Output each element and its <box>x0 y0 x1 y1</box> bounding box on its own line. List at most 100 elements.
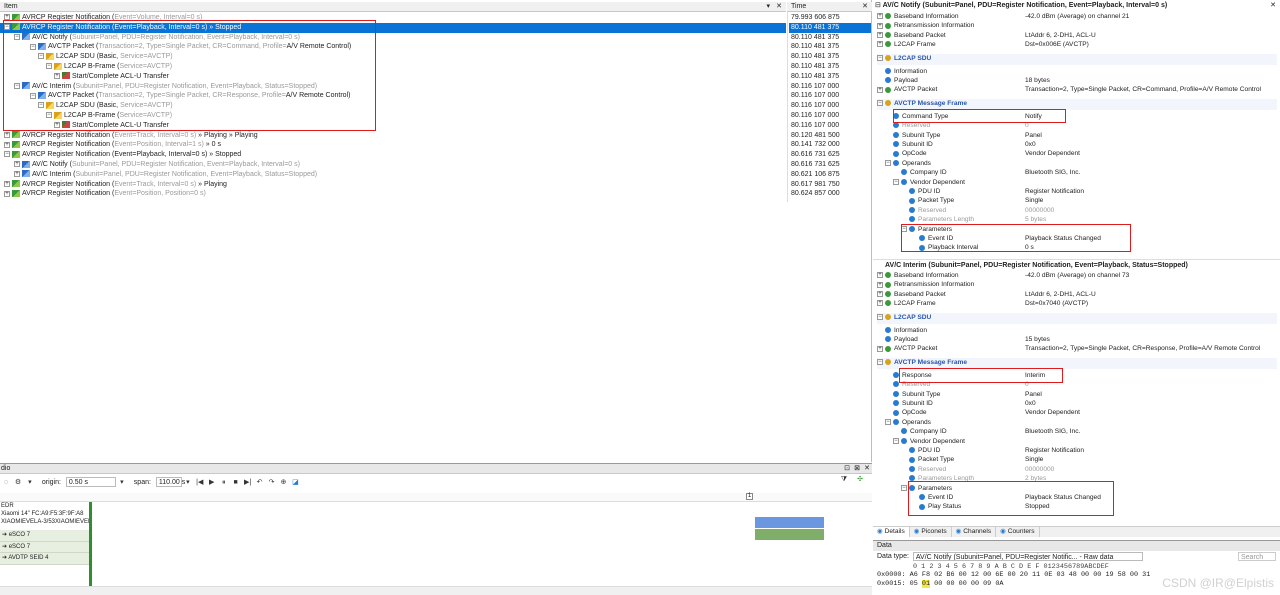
play-icon[interactable]: ▶ <box>208 479 216 487</box>
hex-bytes[interactable]: 05 <box>910 580 922 588</box>
chevron-down-icon[interactable]: ▾ <box>118 479 126 487</box>
origin-input[interactable]: 0.50 s <box>65 477 116 488</box>
close-icon[interactable]: ⊠ <box>854 464 860 474</box>
layout-icon[interactable]: ✣ <box>856 476 864 484</box>
expand-icon[interactable]: + <box>877 281 883 288</box>
timeline-marker[interactable]: 1 <box>746 493 753 500</box>
tab-channels[interactable]: ◉ Channels <box>952 527 997 537</box>
detail-row[interactable]: + Baseband Information -42.0 dBm (Average)… <box>877 271 1277 280</box>
chart-icon[interactable]: ◪ <box>291 479 299 487</box>
detail-row[interactable]: OpCode Vendor Dependent <box>893 149 1277 158</box>
rewind-icon[interactable]: ↶ <box>256 479 264 487</box>
detail-row[interactable]: − Vendor Dependent <box>893 178 1277 187</box>
detail-row[interactable]: − Operands <box>885 159 1277 168</box>
timeline-scrollbar[interactable] <box>0 586 872 595</box>
expand-icon[interactable]: + <box>877 86 883 93</box>
detail-row[interactable]: + Retransmission Information <box>877 21 1277 30</box>
expand-icon[interactable]: − <box>885 160 891 167</box>
zoom-icon[interactable]: ⊕ <box>279 479 287 487</box>
expand-icon[interactable]: − <box>901 484 907 491</box>
detail-row[interactable]: Company ID Bluetooth SIG, Inc. <box>901 427 1277 436</box>
detail-row[interactable]: PDU ID Register Notification <box>909 187 1277 196</box>
time-cell[interactable]: 80.116 107 000 <box>789 101 871 111</box>
dropdown-icon[interactable]: ▾ <box>26 479 34 487</box>
close-icon[interactable]: ✕ <box>776 2 782 12</box>
expand-icon[interactable]: − <box>4 151 10 158</box>
stop-icon[interactable]: ■ <box>232 479 240 487</box>
time-cell[interactable]: 79.993 606 875 <box>789 13 871 23</box>
tab-piconets[interactable]: ◉ Piconets <box>910 527 952 537</box>
expand-icon[interactable]: + <box>4 141 10 148</box>
detail-row[interactable]: Reserved 00000000 <box>909 465 1277 474</box>
detail-row[interactable]: PDU ID Register Notification <box>909 446 1277 455</box>
expand-icon[interactable]: + <box>4 131 10 138</box>
expand-icon[interactable]: − <box>877 100 883 107</box>
time-cell[interactable]: 80.616 731 625 <box>789 150 871 160</box>
time-cell[interactable]: 80.110 481 375 <box>789 33 871 43</box>
detail-row[interactable]: Subunit Type Panel <box>893 390 1277 399</box>
detail-row[interactable]: + AVCTP Packet Transaction=2, Type=Single … <box>877 344 1277 353</box>
expand-icon[interactable]: + <box>877 13 883 20</box>
time-cell[interactable]: 80.116 107 000 <box>789 121 871 131</box>
detail-row[interactable]: OpCode Vendor Dependent <box>893 408 1277 417</box>
skip-end-icon[interactable]: ▶| <box>244 479 252 487</box>
search-input[interactable]: Search <box>1238 552 1276 561</box>
time-cell[interactable]: 80.621 106 875 <box>789 170 871 180</box>
time-cell[interactable]: 80.116 107 000 <box>789 111 871 121</box>
time-cell[interactable]: 80.110 481 375 <box>789 22 871 33</box>
table-row[interactable]: + AV/C Interim (Subunit=Panel, PDU=Regist… <box>0 170 786 180</box>
time-cell[interactable]: 80.624 857 000 <box>789 189 871 199</box>
detail-row[interactable]: + Baseband Packet LtAddr 6, 2-DH1, ACL-U <box>877 31 1277 40</box>
lane-bar-green[interactable] <box>755 529 824 540</box>
detail-row[interactable]: Packet Type Single <box>909 196 1277 205</box>
detail-row[interactable]: + L2CAP Frame Dst=0x7040 (AVCTP) <box>877 299 1277 308</box>
detail-row[interactable]: Payload 18 bytes <box>885 76 1277 85</box>
detail-row[interactable]: Information <box>885 326 1277 335</box>
expand-icon[interactable]: + <box>877 32 883 39</box>
data-type-select[interactable]: AV/C Notify (Subunit=Panel, PDU=Register… <box>912 551 1143 561</box>
time-cell[interactable]: 80.116 107 000 <box>789 82 871 92</box>
detail-row[interactable]: + Baseband Packet LtAddr 6, 2-DH1, ACL-U <box>877 290 1277 299</box>
table-row[interactable]: + AVRCP Register Notification (Event=Posi… <box>0 140 786 150</box>
detail-row[interactable]: − Operands <box>885 418 1277 427</box>
time-cell[interactable]: 80.110 481 375 <box>789 72 871 82</box>
expand-icon[interactable]: + <box>4 180 10 187</box>
detail-row[interactable]: − L2CAP SDU <box>877 312 1277 324</box>
expand-icon[interactable]: − <box>877 359 883 366</box>
table-row[interactable]: + AVRCP Register Notification (Event=Posi… <box>0 189 786 199</box>
table-row[interactable]: + AV/C Notify (Subunit=Panel, PDU=Registe… <box>0 160 786 170</box>
detail-row[interactable]: Company ID Bluetooth SIG, Inc. <box>901 168 1277 177</box>
expand-icon[interactable]: + <box>877 41 883 48</box>
settings-icon[interactable]: ⚙ <box>14 479 22 487</box>
expand-icon[interactable]: + <box>14 161 20 168</box>
time-cell[interactable]: 80.141 732 000 <box>789 140 871 150</box>
detail-row[interactable]: Subunit Type Panel <box>893 131 1277 140</box>
detail-row[interactable]: Subunit ID 0x0 <box>893 399 1277 408</box>
expand-icon[interactable]: + <box>877 345 883 352</box>
expand-icon[interactable]: − <box>893 178 899 185</box>
expand-icon[interactable]: + <box>4 190 10 197</box>
detail-row[interactable]: + Retransmission Information <box>877 280 1277 289</box>
detail-row[interactable]: − Vendor Dependent <box>893 437 1277 446</box>
detail-row[interactable]: Reserved 00000000 <box>909 206 1277 215</box>
tab-details[interactable]: ◉ Details <box>873 527 910 537</box>
span-input[interactable]: 110.00 s <box>155 477 185 488</box>
time-cell[interactable]: 80.110 481 375 <box>789 42 871 52</box>
expand-icon[interactable]: + <box>14 170 20 177</box>
lane-item[interactable]: ➔ eSCO 7 <box>0 542 89 553</box>
expand-icon[interactable]: − <box>877 313 883 320</box>
refresh-icon[interactable]: ◌ <box>2 479 10 487</box>
chevron-down-icon[interactable]: ▾ <box>184 479 192 487</box>
expand-icon[interactable]: + <box>877 22 883 29</box>
time-column-header[interactable]: Time ✕ <box>787 2 872 12</box>
chevron-down-icon[interactable]: ▾ <box>766 2 770 12</box>
pause-icon[interactable]: ⏸ <box>220 479 228 487</box>
time-cell[interactable]: 80.120 481 500 <box>789 131 871 141</box>
hex-bytes[interactable]: A6 F8 02 B6 00 12 00 6E 00 20 11 0E 03 4… <box>910 571 1151 579</box>
close-icon[interactable]: ✕ <box>864 464 870 474</box>
table-row[interactable]: + AVRCP Register Notification (Event=Trac… <box>0 180 786 190</box>
expand-icon[interactable]: − <box>877 54 883 61</box>
lane-bar-blue[interactable] <box>755 517 824 528</box>
detail-row[interactable]: − L2CAP SDU <box>877 53 1277 65</box>
detail-row[interactable]: Subunit ID 0x0 <box>893 140 1277 149</box>
